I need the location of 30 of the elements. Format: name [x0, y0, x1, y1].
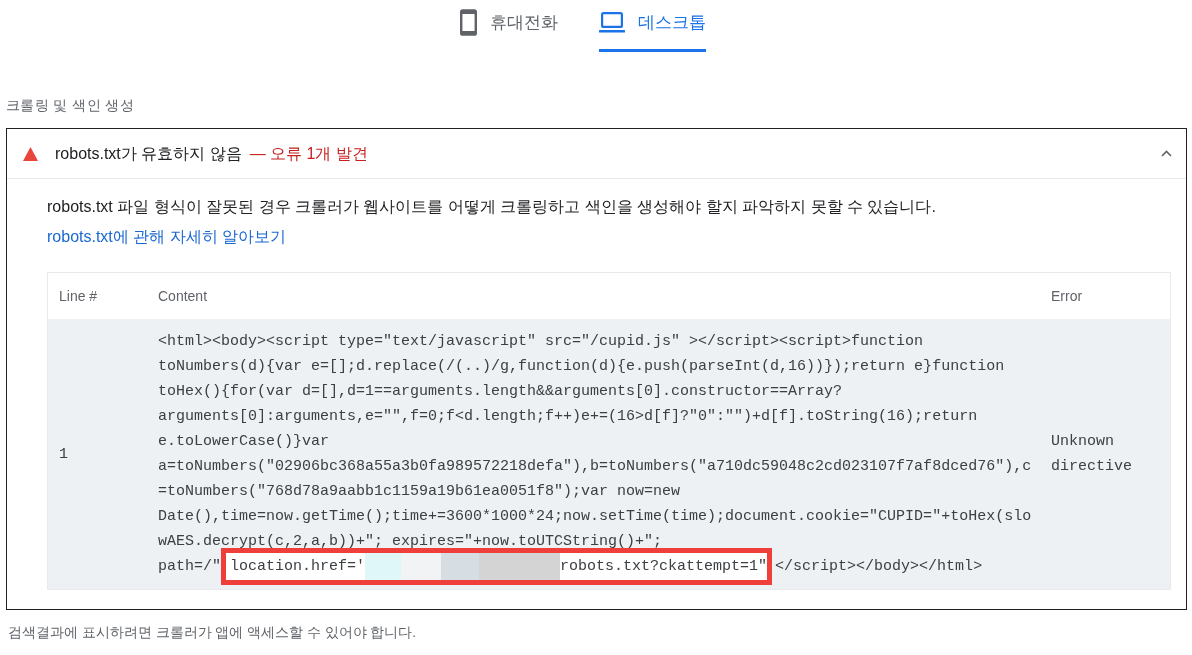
code-line: =toNumbers("768d78a9aabb1c1159a19b61ea0051f8");var now=new	[158, 482, 681, 502]
laptop-icon	[599, 12, 625, 33]
description-text: robots.txt 파일 형식이 잘못된 경우 크롤러가 웹사이트를 어떻게 크롤링하고 색인을 생성해야 할지 파악하지 못할 수 있습니다. robots.txt에 관해 자세히 알아보기	[47, 197, 937, 247]
column-header: Content	[158, 287, 208, 304]
smartphone-icon	[460, 9, 477, 36]
column-header: Line #	[59, 287, 98, 304]
chevron-up-icon[interactable]	[1161, 150, 1172, 157]
section-title: 크롤링 및 색인 생성	[6, 96, 135, 115]
footer-note: 검색결과에 표시하려면 크롤러가 앱에 액세스할 수 있어야 합니다.	[8, 624, 416, 642]
code-line: toHex(){for(var d=[],d=1==arguments.length&&arguments[0].constructor==Array?	[158, 382, 843, 402]
code-text: path=/"	[158, 557, 221, 577]
error-count: — 오류 1개 발견	[249, 143, 368, 164]
device-tab[interactable]: 데스크톱	[599, 0, 706, 52]
code-line: Date(),time=now.getTime();time+=3600*1000*24;now.setTime(time);document.cookie="CUPID="+toHex(slo	[158, 507, 1032, 527]
audit-title: robots.txt가 유효하지 않음	[55, 143, 242, 164]
code-text: location.href='	[230, 557, 366, 577]
column-header: Error	[1051, 287, 1083, 304]
code-text: robots.txt?ckattempt=1"	[560, 557, 768, 577]
learn-more-link[interactable]: robots.txt에 관해 자세히 알아보기	[47, 228, 287, 245]
code-text: </script></body></html>	[775, 557, 983, 577]
code-line: a=toNumbers("02906bc368a55a3b0fa989572218defa"),b=toNumbers("a710dc59048c2cd023107f7af8dced76"),c	[158, 457, 1032, 477]
device-tab[interactable]: 휴대전화	[460, 0, 558, 52]
line-number: 1	[59, 446, 68, 463]
code-line: e.toLowerCase()}var	[158, 432, 330, 452]
error-text: Unknown directive	[1051, 432, 1133, 477]
code-line: arguments[0]:arguments,e="",f=0;f<d.length;f++)e+=(16>d[f]?"0":"")+d[f].toString(16);return	[158, 407, 978, 427]
warning-triangle-icon	[23, 146, 38, 161]
code-line: toNumbers(d){var e=[];d.replace(/(..)/g,function(d){e.push(parseInt(d,16))});return e}function	[158, 357, 1005, 377]
code-line: <html><body><script type="text/javascript" src="/cupid.js" ></script><script>function	[158, 332, 924, 352]
code-line: wAES.decrypt(c,2,a,b))+"; expires="+now.toUTCString()+";	[158, 532, 663, 552]
